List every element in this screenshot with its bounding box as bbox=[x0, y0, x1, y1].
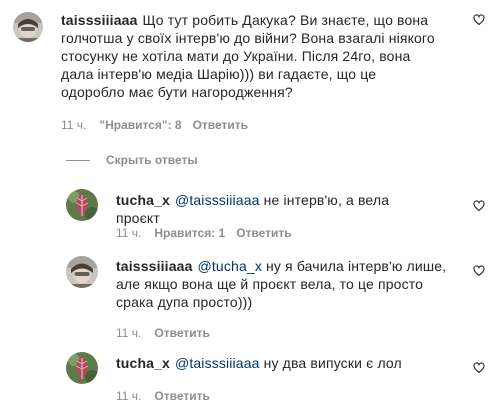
reply-text: ну два випуски є лол bbox=[263, 355, 402, 371]
comment-time[interactable]: 11 ч. bbox=[61, 118, 86, 132]
reply-meta: 11 ч. Ответить bbox=[116, 388, 210, 404]
avatar-tucha-x[interactable] bbox=[66, 352, 98, 384]
reply-body: tucha_x @taisssiiiaaa не інтерв'ю, а вела … bbox=[116, 191, 436, 227]
reply-button[interactable]: Ответить bbox=[193, 118, 248, 132]
avatar-taisssiiiaaa[interactable] bbox=[66, 256, 98, 288]
hide-replies-toggle[interactable]: Скрыть ответы bbox=[66, 152, 198, 168]
reply-username[interactable]: taisssiiiaaa bbox=[116, 258, 193, 274]
comment-likes-count[interactable]: "Нравится": 8 bbox=[99, 118, 181, 132]
heart-outline-icon[interactable] bbox=[473, 14, 485, 26]
reply-body: tucha_x @taisssiiiaaa ну два випуски є лол bbox=[116, 354, 436, 372]
reply-username[interactable]: tucha_x bbox=[116, 355, 170, 371]
hide-replies-label[interactable]: Скрыть ответы bbox=[106, 153, 198, 167]
reply-button[interactable]: Ответить bbox=[154, 389, 209, 403]
reply-mention[interactable]: @taisssiiiaaa bbox=[175, 192, 260, 208]
comment-meta: 11 ч. "Нравится": 8 Ответить bbox=[61, 117, 248, 133]
reply-time[interactable]: 11 ч. bbox=[116, 389, 141, 403]
reply-username[interactable]: tucha_x bbox=[116, 192, 170, 208]
reply-body: taisssiiiaaa @tucha_x ну я бачила інтерв'ю… bbox=[116, 257, 452, 311]
reply-likes-count[interactable]: Нравится: 1 bbox=[154, 226, 225, 240]
avatar-taisssiiiaaa[interactable] bbox=[13, 12, 43, 42]
heart-outline-icon[interactable] bbox=[473, 200, 485, 212]
reply-mention[interactable]: @tucha_x bbox=[198, 258, 262, 274]
reply-time[interactable]: 11 ч. bbox=[116, 326, 141, 340]
reply-time[interactable]: 11 ч. bbox=[116, 226, 141, 240]
heart-outline-icon[interactable] bbox=[473, 265, 485, 277]
reply-meta: 11 ч. Нравится: 1 Ответить bbox=[116, 225, 292, 241]
hide-replies-divider bbox=[66, 159, 90, 161]
reply-button[interactable]: Ответить bbox=[154, 326, 209, 340]
avatar-tucha-x[interactable] bbox=[66, 189, 98, 221]
reply-button[interactable]: Ответить bbox=[236, 226, 291, 240]
comment-body: taisssiiiaaa Що тут робить Дакука? Ви зна… bbox=[61, 11, 435, 101]
comment-username[interactable]: taisssiiiaaa bbox=[61, 12, 138, 28]
heart-outline-icon[interactable] bbox=[473, 362, 485, 374]
reply-mention[interactable]: @taisssiiiaaa bbox=[175, 355, 260, 371]
reply-meta: 11 ч. Ответить bbox=[116, 325, 210, 341]
